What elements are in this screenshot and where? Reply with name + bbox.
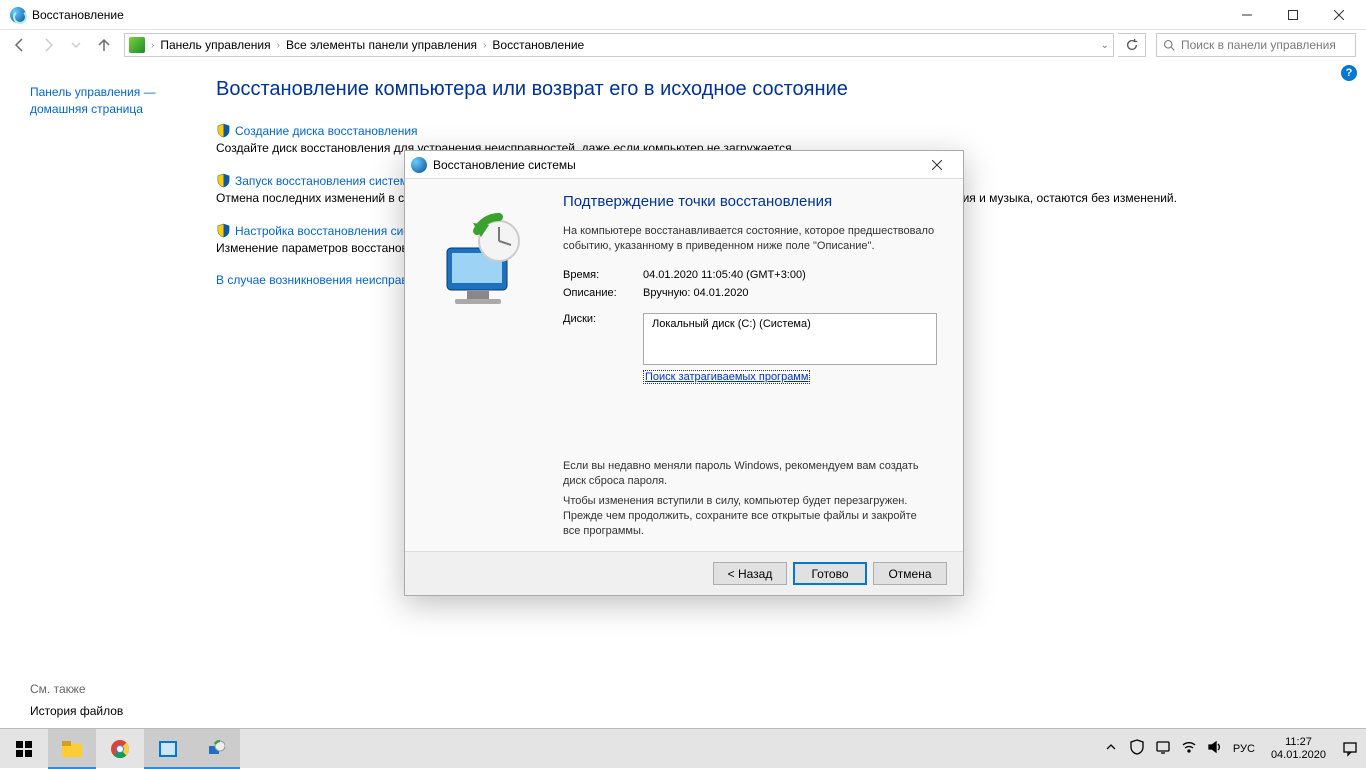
address-bar[interactable]: › Панель управления › Все элементы панел… bbox=[124, 33, 1114, 57]
taskbar-task-manager[interactable] bbox=[144, 729, 192, 769]
window-controls bbox=[1224, 0, 1362, 30]
time-value: 04.01.2020 11:05:40 (GMT+3:00) bbox=[643, 269, 806, 281]
taskbar-system-restore[interactable] bbox=[192, 729, 240, 769]
system-tray: РУС 11:27 04.01.2020 bbox=[1103, 729, 1366, 769]
back-button[interactable]: < Назад bbox=[713, 562, 787, 585]
time-label: Время: bbox=[563, 269, 643, 281]
scan-affected-programs-link[interactable]: Поиск затрагиваемых программ bbox=[643, 370, 810, 384]
description-label: Описание: bbox=[563, 287, 643, 299]
dialog-intro-text: На компьютере восстанавливается состояни… bbox=[563, 224, 937, 255]
minimize-button[interactable] bbox=[1224, 0, 1270, 30]
page-heading: Восстановление компьютера или возврат ег… bbox=[216, 78, 1350, 101]
home-link-line2: домашняя страница bbox=[30, 102, 143, 116]
dialog-close-button[interactable] bbox=[917, 160, 957, 170]
dialog-warnings: Если вы недавно меняли пароль Windows, р… bbox=[563, 459, 937, 539]
recent-dropdown[interactable] bbox=[64, 33, 88, 57]
disks-listbox[interactable]: Локальный диск (C:) (Система) bbox=[643, 313, 937, 365]
restore-disks-row: Диски: Локальный диск (C:) (Система) Пои… bbox=[563, 313, 937, 383]
control-panel-home-link[interactable]: Панель управления — домашняя страница bbox=[30, 84, 186, 118]
shield-icon bbox=[216, 123, 231, 138]
system-restore-dialog: Восстановление системы Подтверждение точ… bbox=[404, 150, 964, 596]
language-indicator[interactable]: РУС bbox=[1233, 743, 1255, 755]
up-button[interactable] bbox=[92, 33, 116, 57]
disks-label: Диски: bbox=[563, 313, 643, 325]
wifi-icon[interactable] bbox=[1181, 739, 1197, 758]
disk-item: Локальный диск (C:) (Система) bbox=[652, 318, 811, 330]
dialog-titlebar[interactable]: Восстановление системы bbox=[405, 151, 963, 179]
task-link-text: Создание диска восстановления bbox=[235, 124, 418, 138]
clock[interactable]: 11:27 04.01.2020 bbox=[1271, 736, 1326, 761]
help-icon[interactable]: ? bbox=[1341, 65, 1357, 81]
dialog-main: Подтверждение точки восстановления На ко… bbox=[563, 193, 937, 539]
taskbar: РУС 11:27 04.01.2020 bbox=[0, 728, 1366, 768]
finish-button[interactable]: Готово bbox=[793, 562, 867, 585]
dialog-body: Подтверждение точки восстановления На ко… bbox=[405, 179, 963, 551]
system-restore-icon bbox=[411, 157, 427, 173]
forward-button[interactable] bbox=[36, 33, 60, 57]
restore-time-row: Время: 04.01.2020 11:05:40 (GMT+3:00) bbox=[563, 269, 937, 281]
dialog-button-row: < Назад Готово Отмена bbox=[405, 551, 963, 595]
refresh-button[interactable] bbox=[1118, 33, 1146, 57]
security-icon[interactable] bbox=[1129, 739, 1145, 758]
volume-icon[interactable] bbox=[1207, 739, 1223, 758]
network-icon[interactable] bbox=[1155, 739, 1171, 758]
chevron-right-icon: › bbox=[151, 40, 154, 51]
restore-description-row: Описание: Вручную: 04.01.2020 bbox=[563, 287, 937, 299]
password-warning-text: Если вы недавно меняли пароль Windows, р… bbox=[563, 459, 937, 489]
chevron-right-icon: › bbox=[277, 40, 280, 51]
breadcrumb-current[interactable]: Восстановление bbox=[492, 38, 584, 52]
start-button[interactable] bbox=[0, 729, 48, 769]
description-value: Вручную: 04.01.2020 bbox=[643, 287, 749, 299]
home-link-line1: Панель управления — bbox=[30, 85, 156, 99]
toolbar: › Панель управления › Все элементы панел… bbox=[0, 30, 1366, 60]
dialog-heading: Подтверждение точки восстановления bbox=[563, 193, 937, 210]
titlebar: Восстановление bbox=[0, 0, 1366, 30]
search-icon bbox=[1163, 39, 1175, 51]
see-also-label: См. также bbox=[30, 682, 186, 696]
clock-time: 11:27 bbox=[1285, 736, 1312, 749]
shield-icon bbox=[216, 223, 231, 238]
breadcrumb-root[interactable]: Панель управления bbox=[160, 38, 270, 52]
taskbar-file-explorer[interactable] bbox=[48, 729, 96, 769]
create-recovery-drive-link[interactable]: Создание диска восстановления bbox=[216, 123, 1350, 138]
cancel-button[interactable]: Отмена bbox=[873, 562, 947, 585]
taskbar-chrome[interactable] bbox=[96, 729, 144, 769]
dialog-illustration bbox=[427, 193, 557, 539]
search-placeholder: Поиск в панели управления bbox=[1181, 38, 1336, 52]
close-button[interactable] bbox=[1316, 0, 1362, 30]
maximize-button[interactable] bbox=[1270, 0, 1316, 30]
address-dropdown-icon[interactable]: ⌄ bbox=[1101, 40, 1109, 51]
task-link-text: Запуск восстановления системы bbox=[235, 174, 417, 188]
dialog-title-text: Восстановление системы bbox=[433, 158, 576, 172]
tray-overflow-icon[interactable] bbox=[1103, 739, 1119, 758]
file-history-link[interactable]: История файлов bbox=[30, 704, 186, 718]
recovery-app-icon bbox=[10, 7, 26, 23]
shield-icon bbox=[216, 173, 231, 188]
chevron-right-icon: › bbox=[483, 40, 486, 51]
breadcrumb-all-items[interactable]: Все элементы панели управления bbox=[286, 38, 477, 52]
control-panel-icon bbox=[129, 37, 145, 53]
left-pane: Панель управления — домашняя страница См… bbox=[0, 60, 200, 728]
window-title: Восстановление bbox=[32, 8, 124, 22]
action-center-icon[interactable] bbox=[1340, 729, 1360, 769]
back-button[interactable] bbox=[8, 33, 32, 57]
clock-date: 04.01.2020 bbox=[1271, 749, 1326, 762]
search-box[interactable]: Поиск в панели управления bbox=[1156, 33, 1356, 57]
restart-warning-text: Чтобы изменения вступили в силу, компьют… bbox=[563, 494, 937, 539]
